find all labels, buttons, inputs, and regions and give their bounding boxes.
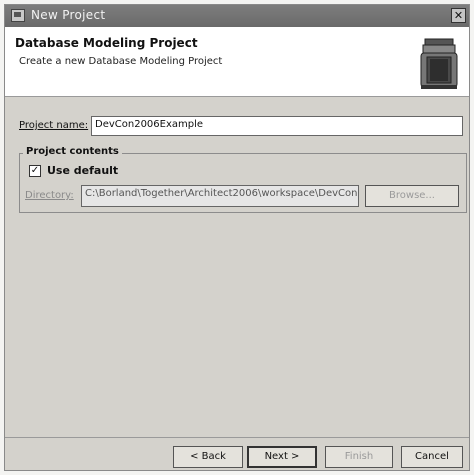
close-button[interactable]: ✕ [451, 8, 466, 23]
button-bar-separator [5, 437, 469, 438]
use-default-label[interactable]: Use default [47, 164, 118, 177]
directory-input[interactable]: C:\Borland\Together\Architect2006\worksp… [81, 185, 359, 207]
title-bar[interactable]: New Project ✕ [5, 5, 469, 27]
project-name-input[interactable]: DevCon2006Example [91, 116, 463, 136]
directory-label: Directory: [25, 190, 74, 201]
use-default-checkbox[interactable]: ✓ [29, 165, 41, 177]
wizard-header: Database Modeling Project Create a new D… [5, 27, 469, 97]
database-icon [420, 38, 458, 89]
new-project-dialog: New Project ✕ Database Modeling Project … [4, 4, 470, 471]
next-button[interactable]: Next > [247, 446, 317, 468]
page-description: Create a new Database Modeling Project [19, 56, 223, 67]
app-icon [11, 9, 25, 22]
finish-button[interactable]: Finish [325, 446, 393, 468]
project-name-label: Project name: [19, 120, 89, 131]
window-title: New Project [31, 8, 106, 22]
project-contents-legend: Project contents [23, 146, 122, 157]
browse-button[interactable]: Browse... [365, 185, 459, 207]
back-button[interactable]: < Back [173, 446, 243, 468]
cancel-button[interactable]: Cancel [401, 446, 463, 468]
page-title: Database Modeling Project [15, 36, 198, 50]
